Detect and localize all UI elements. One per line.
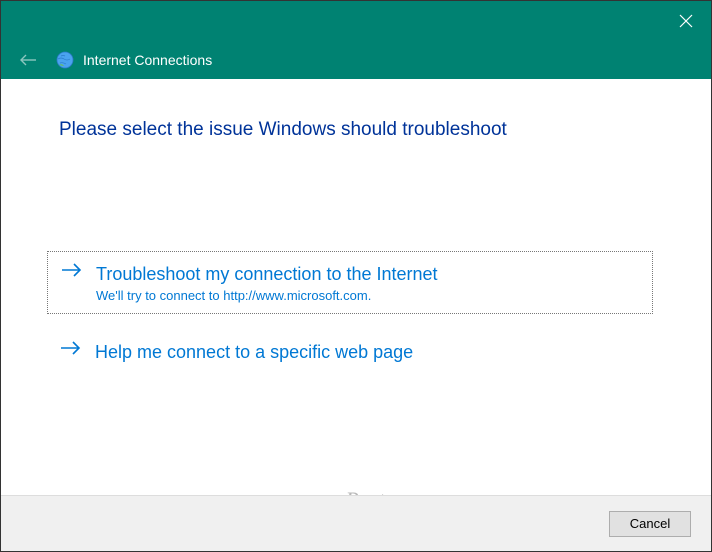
footer-bar: Cancel	[1, 495, 711, 551]
content-area: Please select the issue Windows should t…	[1, 79, 711, 495]
header-title: Internet Connections	[83, 52, 212, 68]
option-text: Troubleshoot my connection to the Intern…	[96, 262, 640, 303]
close-button[interactable]	[661, 1, 711, 41]
close-icon	[679, 14, 693, 28]
arrow-right-icon	[60, 262, 84, 278]
option-troubleshoot-internet[interactable]: Troubleshoot my connection to the Intern…	[47, 251, 653, 314]
globe-icon	[55, 50, 75, 70]
option-description: We'll try to connect to http://www.micro…	[96, 288, 640, 303]
header-bar: Internet Connections	[1, 41, 711, 79]
option-title: Help me connect to a specific web page	[95, 340, 641, 364]
cancel-button[interactable]: Cancel	[609, 511, 691, 537]
instruction-text: Please select the issue Windows should t…	[59, 119, 653, 141]
back-button[interactable]	[17, 49, 39, 71]
option-text: Help me connect to a specific web page	[95, 340, 641, 364]
option-specific-webpage[interactable]: Help me connect to a specific web page	[47, 330, 653, 374]
back-arrow-icon	[19, 53, 37, 67]
titlebar	[1, 1, 711, 41]
arrow-right-icon	[59, 340, 83, 356]
option-title: Troubleshoot my connection to the Intern…	[96, 262, 640, 286]
